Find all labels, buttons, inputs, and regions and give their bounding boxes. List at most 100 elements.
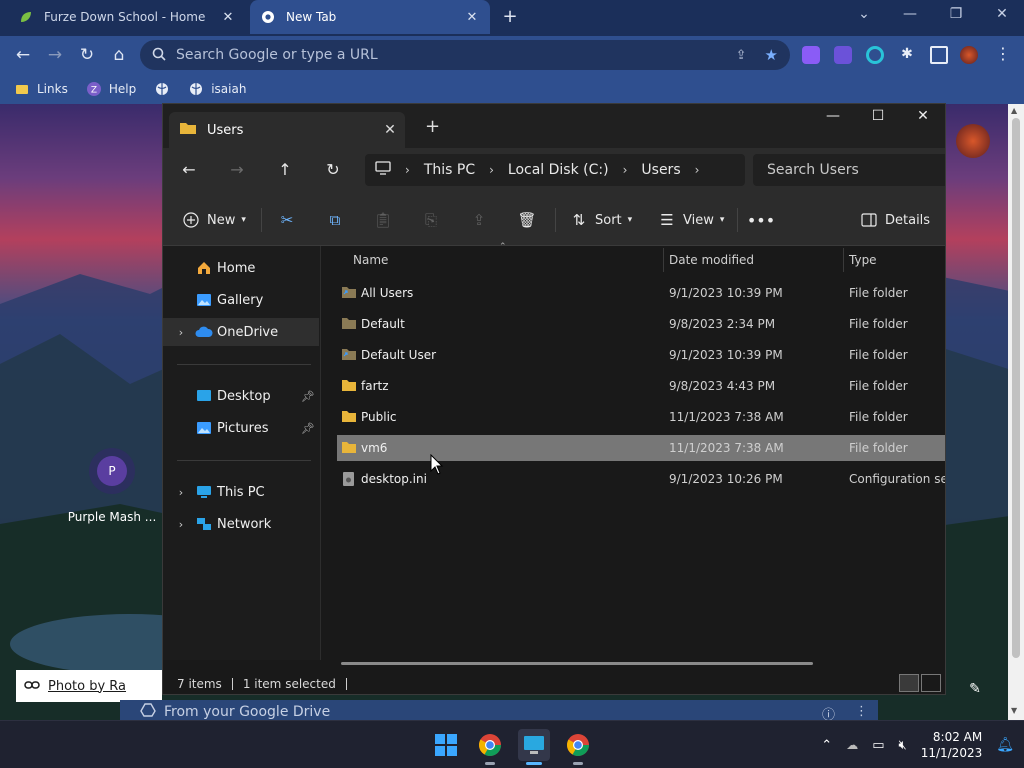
nav-item-desktop[interactable]: Desktop 📌︎ (163, 382, 319, 410)
browser-tab-newtab[interactable]: New Tab ✕ (250, 0, 490, 34)
chevron-right-icon[interactable]: › (173, 326, 189, 339)
volume-muted-icon[interactable]: 🔇︎ (898, 738, 906, 753)
close-window-icon[interactable]: ✕ (911, 108, 935, 124)
column-name[interactable]: Name (353, 253, 388, 267)
display-icon[interactable]: ▭ (872, 738, 884, 753)
new-button[interactable]: New ▾ (181, 208, 246, 232)
bookmark-isaiah[interactable]: isaiah (188, 81, 246, 97)
chevron-up-icon[interactable]: ⌃ (821, 738, 832, 753)
nav-item-onedrive[interactable]: › OneDrive (163, 318, 319, 346)
column-divider[interactable] (843, 248, 844, 272)
close-tab-icon[interactable]: ✕ (375, 122, 405, 138)
scroll-down-icon[interactable]: ▼ (1011, 706, 1017, 715)
chevron-right-icon[interactable]: › (695, 163, 700, 177)
forward-arrow-icon[interactable]: → (44, 44, 66, 66)
pin-icon[interactable]: 📌︎ (301, 390, 315, 403)
back-arrow-icon[interactable]: ← (179, 160, 199, 180)
close-tab-icon[interactable]: ✕ (220, 10, 236, 25)
bookmark-help[interactable]: Z Help (86, 81, 136, 97)
nav-item-home[interactable]: Home (163, 254, 319, 282)
refresh-icon[interactable]: ↻ (323, 160, 343, 180)
chevron-right-icon[interactable]: › (405, 163, 410, 177)
maximize-icon[interactable]: ☐ (866, 108, 890, 124)
pin-icon[interactable]: 📌︎ (301, 422, 315, 435)
omnibox[interactable]: Search Google or type a URL ⇪ ★ (140, 40, 790, 70)
breadcrumb-local-disk[interactable]: Local Disk (C:) (508, 162, 609, 178)
explorer-new-tab-button[interactable]: + (425, 116, 440, 137)
share-button[interactable]: ⇪ (469, 208, 489, 232)
file-row[interactable]: desktop.ini 9/1/2023 10:26 PM Configurat… (337, 466, 945, 492)
chevron-right-icon[interactable]: › (623, 163, 628, 177)
restore-icon[interactable]: ❐ (944, 6, 968, 22)
close-tab-icon[interactable]: ✕ (464, 10, 480, 25)
up-arrow-icon[interactable]: ↑ (275, 160, 295, 180)
start-windows-icon[interactable] (430, 729, 462, 761)
extensions-puzzle-icon[interactable]: ✱ (898, 46, 916, 64)
extension-purple-icon[interactable] (802, 46, 820, 64)
column-divider[interactable] (663, 248, 664, 272)
file-row[interactable]: Public 11/1/2023 7:38 AM File folder (337, 404, 945, 430)
breadcrumb-users[interactable]: Users (641, 162, 680, 178)
file-row[interactable]: Default 9/8/2023 2:34 PM File folder (337, 311, 945, 337)
share-icon[interactable]: ⇪ (736, 48, 747, 63)
browser-tab-furze[interactable]: Furze Down School - Home ✕ (8, 0, 246, 34)
nav-item-this-pc[interactable]: › This PC (163, 478, 319, 506)
chevron-right-icon[interactable]: › (489, 163, 494, 177)
nav-item-pictures[interactable]: Pictures 📌︎ (163, 414, 319, 442)
bookmark-links[interactable]: Links (14, 81, 68, 97)
bookmark-star-icon[interactable]: ★ (765, 46, 778, 64)
search-input[interactable]: Search Users (753, 154, 945, 186)
file-row-selected[interactable]: vm6 11/1/2023 7:38 AM File folder (337, 435, 945, 461)
profile-avatar-overlay[interactable] (956, 124, 990, 158)
extension-cyan-icon[interactable] (866, 46, 884, 64)
customize-pencil-icon[interactable]: ✎ (962, 676, 988, 702)
copy-button[interactable]: ⧉ (325, 208, 345, 232)
file-row[interactable]: Default User 9/1/2023 10:39 PM File fold… (337, 342, 945, 368)
close-window-icon[interactable]: ✕ (990, 6, 1014, 22)
sort-button[interactable]: ⇅ Sort ▾ (569, 208, 632, 232)
shortcut-purple-mash[interactable]: P Purple Mash ... (66, 448, 158, 524)
notification-bell-icon[interactable]: 🔔︎ (996, 737, 1014, 753)
side-panel-icon[interactable] (930, 46, 948, 64)
home-icon[interactable]: ⌂ (108, 44, 130, 66)
details-button[interactable]: Details (859, 208, 930, 232)
minimize-icon[interactable]: — (821, 108, 845, 124)
forward-arrow-icon[interactable]: → (227, 160, 247, 180)
scroll-up-icon[interactable]: ▲ (1011, 106, 1017, 115)
bookmark-globe[interactable] (154, 81, 170, 97)
chrome-menu-icon[interactable]: ⋮ (994, 46, 1012, 64)
paste-button[interactable]: 📋︎ (373, 208, 393, 232)
more-options-button[interactable]: ••• (747, 208, 775, 232)
nav-item-network[interactable]: › Network (163, 510, 319, 538)
column-date-modified[interactable]: Date modified (669, 253, 754, 267)
profile-avatar[interactable] (960, 46, 978, 64)
page-scrollbar[interactable]: ▲ ▼ (1008, 104, 1024, 720)
taskbar-chrome-icon[interactable] (474, 729, 506, 765)
onedrive-cloud-icon[interactable]: ☁ (846, 738, 858, 752)
extension-tw-icon[interactable] (834, 46, 852, 64)
new-tab-button[interactable]: + (500, 6, 520, 28)
taskbar-chrome-profile-icon[interactable] (562, 729, 594, 765)
explorer-tab-users[interactable]: Users ✕ (169, 112, 405, 148)
file-row[interactable]: All Users 9/1/2023 10:39 PM File folder (337, 280, 945, 306)
file-row[interactable]: fartz 9/8/2023 4:43 PM File folder (337, 373, 945, 399)
tiles-view-toggle-icon[interactable] (921, 674, 941, 692)
nav-item-gallery[interactable]: Gallery (163, 286, 319, 314)
cut-button[interactable]: ✂ (277, 208, 297, 232)
column-type[interactable]: Type (849, 253, 877, 267)
chevron-right-icon[interactable]: › (173, 518, 189, 531)
chevron-right-icon[interactable]: › (173, 486, 189, 499)
minimize-icon[interactable]: — (898, 6, 922, 22)
back-arrow-icon[interactable]: ← (12, 44, 34, 66)
delete-button[interactable]: 🗑︎ (517, 208, 537, 232)
reload-icon[interactable]: ↻ (76, 44, 98, 66)
clock[interactable]: 8:02 AM 11/1/2023 (921, 729, 983, 761)
tab-search-chevron-icon[interactable]: ⌄ (852, 6, 876, 22)
scrollbar-thumb[interactable] (1012, 118, 1020, 658)
breadcrumb[interactable]: › This PC › Local Disk (C:) › Users › (365, 154, 745, 186)
breadcrumb-this-pc[interactable]: This PC (424, 162, 475, 178)
taskbar-explorer-icon[interactable] (518, 729, 550, 765)
view-button[interactable]: ☰ View ▾ (657, 208, 724, 232)
horizontal-scrollbar[interactable] (341, 662, 813, 665)
photo-credit-link[interactable]: Photo by Ra (16, 670, 162, 702)
